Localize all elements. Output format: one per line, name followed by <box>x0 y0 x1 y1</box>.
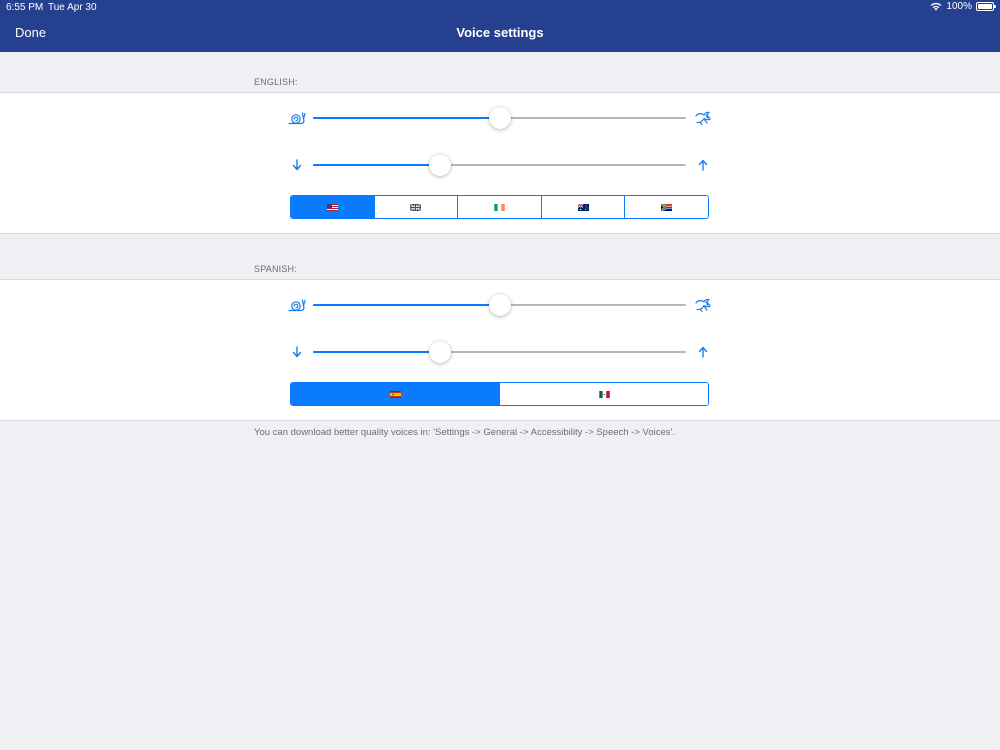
status-indicators: 100% <box>930 1 996 12</box>
spain-flag-icon <box>389 390 401 398</box>
arrow-up-icon <box>694 156 712 174</box>
australia-flag-icon <box>577 203 589 211</box>
spanish-speed-track[interactable] <box>313 294 686 316</box>
arrow-up-icon <box>694 343 712 361</box>
status-date: Tue Apr 30 <box>48 2 97 13</box>
battery-icon <box>976 2 996 11</box>
snail-icon <box>288 109 306 127</box>
wifi-icon <box>931 2 942 11</box>
spanish-accent-selector <box>290 382 709 406</box>
english-settings-group <box>0 92 1000 234</box>
spanish-settings-group <box>0 279 1000 421</box>
english-pitch-fill <box>313 164 440 166</box>
accent-ie[interactable] <box>457 196 541 218</box>
footer-note: You can download better quality voices i… <box>254 427 675 438</box>
english-pitch-slider-row <box>286 153 714 177</box>
accent-us[interactable] <box>291 196 374 218</box>
spanish-pitch-thumb[interactable] <box>428 341 451 363</box>
mexico-flag-icon <box>598 390 610 398</box>
battery-percent: 100% <box>946 1 972 12</box>
accent-gb[interactable] <box>373 196 458 218</box>
english-speed-track[interactable] <box>313 107 686 129</box>
english-speed-slider-row <box>286 106 714 130</box>
uk-flag-icon <box>410 203 422 211</box>
english-pitch-track[interactable] <box>313 154 686 176</box>
english-pitch-thumb[interactable] <box>428 154 451 176</box>
english-section-label: ENGLISH: <box>254 77 298 87</box>
status-time: 6:55 PM <box>6 2 44 13</box>
accent-mx[interactable] <box>499 383 708 405</box>
page-title: Voice settings <box>456 25 544 40</box>
accent-es[interactable] <box>291 383 499 405</box>
spanish-section-label: SPANISH: <box>254 264 297 274</box>
english-speed-fill <box>313 117 500 119</box>
spanish-pitch-track[interactable] <box>313 341 686 363</box>
spanish-pitch-fill <box>313 351 440 353</box>
navigation-bar: 6:55 PM Tue Apr 30 100% Done Voice setti… <box>0 0 1000 52</box>
accent-au[interactable] <box>540 196 625 218</box>
rabbit-icon <box>694 296 712 314</box>
spanish-speed-thumb[interactable] <box>488 294 511 316</box>
spanish-pitch-slider-row <box>286 340 714 364</box>
south-africa-flag-icon <box>661 203 673 211</box>
english-speed-thumb[interactable] <box>488 107 511 129</box>
ireland-flag-icon <box>494 203 505 211</box>
us-flag-icon <box>326 203 338 211</box>
accent-za[interactable] <box>624 196 708 218</box>
arrow-down-icon <box>288 156 306 174</box>
snail-icon <box>288 296 306 314</box>
english-accent-selector <box>290 195 709 219</box>
spanish-speed-fill <box>313 304 500 306</box>
spanish-speed-slider-row <box>286 293 714 317</box>
rabbit-icon <box>694 109 712 127</box>
arrow-down-icon <box>288 343 306 361</box>
